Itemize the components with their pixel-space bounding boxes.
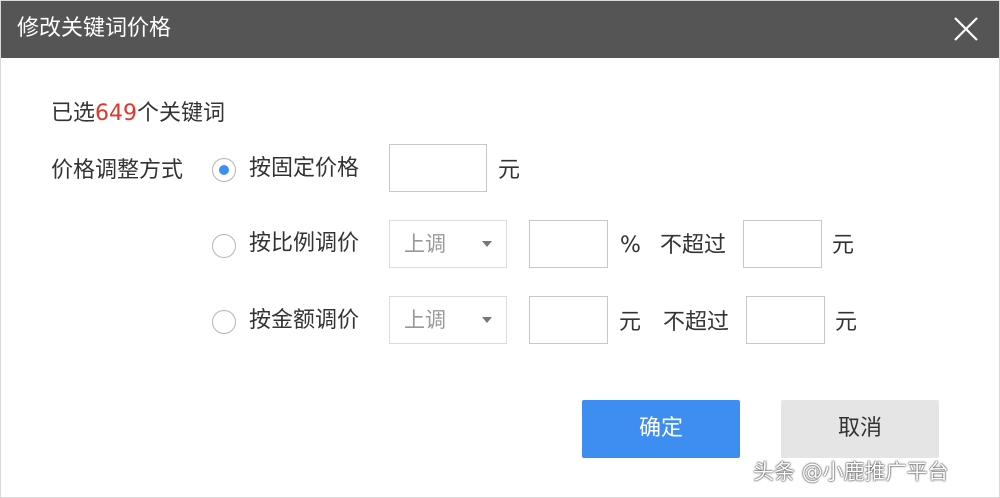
option-row-fixed: 按固定价格 元 [1, 144, 1000, 194]
ratio-value-input[interactable] [529, 220, 608, 268]
ratio-unit: % [620, 233, 641, 258]
radio-fixed-price[interactable] [212, 158, 236, 182]
fixed-price-input[interactable] [389, 144, 487, 192]
selected-prefix: 已选 [51, 101, 96, 126]
amount-direction-value: 上调 [404, 308, 446, 332]
ratio-direction-value: 上调 [404, 232, 446, 256]
option-label-fixed[interactable]: 按固定价格 [249, 154, 359, 184]
chevron-down-icon [482, 317, 492, 323]
dialog-title: 修改关键词价格 [17, 16, 172, 41]
ratio-limit-unit: 元 [832, 233, 855, 258]
amount-limit-label: 不超过 [663, 310, 730, 335]
close-icon [954, 17, 978, 41]
modify-keyword-price-dialog: 修改关键词价格 已选649个关键词 价格调整方式 按固定价格 元 按比例调价 上… [0, 0, 1000, 498]
radio-amount-price[interactable] [212, 310, 236, 334]
ratio-direction-select[interactable]: 上调 [389, 220, 507, 268]
amount-limit-input[interactable] [746, 296, 825, 344]
chevron-down-icon [482, 241, 492, 247]
dialog-titlebar: 修改关键词价格 [1, 1, 999, 58]
fixed-price-unit: 元 [498, 158, 521, 183]
option-label-amount[interactable]: 按金额调价 [249, 306, 359, 336]
cancel-button[interactable]: 取消 [781, 400, 939, 458]
amount-limit-unit: 元 [835, 310, 858, 335]
amount-value-input[interactable] [529, 296, 608, 344]
selected-suffix: 个关键词 [137, 101, 226, 126]
option-label-ratio[interactable]: 按比例调价 [249, 229, 359, 259]
selected-keywords-text: 已选649个关键词 [51, 99, 225, 129]
ratio-limit-label: 不超过 [660, 233, 727, 258]
selected-count: 649 [95, 101, 138, 126]
option-row-ratio: 按比例调价 上调 % 不超过 元 [1, 220, 1000, 270]
confirm-button[interactable]: 确定 [582, 400, 740, 458]
close-button[interactable] [951, 14, 981, 44]
amount-direction-select[interactable]: 上调 [389, 296, 507, 344]
watermark: 头条 @小鹿推广平台 [753, 460, 949, 484]
ratio-limit-input[interactable] [743, 220, 822, 268]
radio-ratio-price[interactable] [212, 234, 236, 258]
amount-unit: 元 [619, 310, 642, 335]
option-row-amount: 按金额调价 上调 元 不超过 元 [1, 296, 1000, 346]
